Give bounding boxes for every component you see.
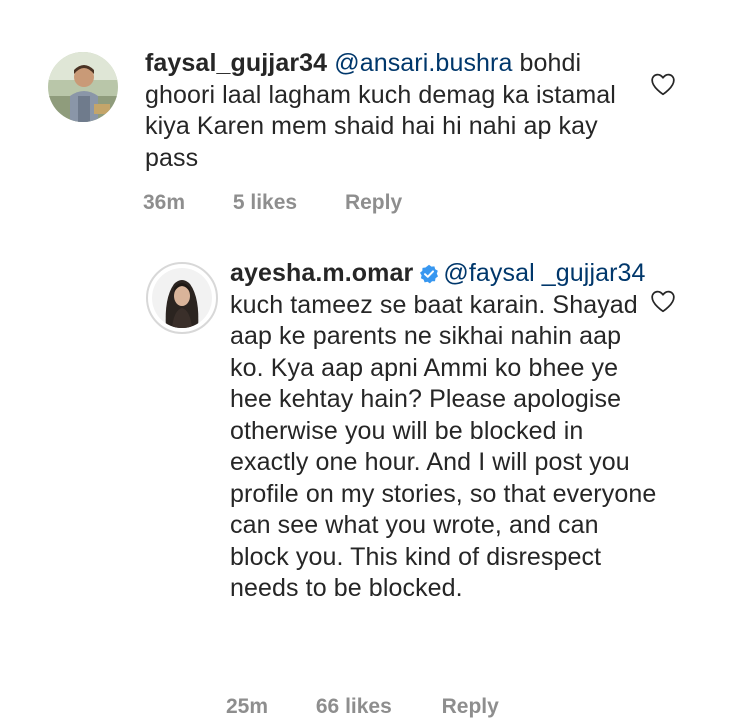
profile-photo-woman-icon xyxy=(152,268,212,328)
username[interactable]: faysal_gujjar34 xyxy=(145,49,327,77)
avatar[interactable] xyxy=(146,262,218,334)
likes-count[interactable]: 5 likes xyxy=(233,191,297,215)
heart-outline-icon[interactable] xyxy=(650,289,676,313)
avatar[interactable] xyxy=(48,52,118,122)
comment-text: faysal_gujjar34 @ansari.bushra bohdi gho… xyxy=(145,48,625,174)
timestamp: 25m xyxy=(226,695,269,718)
reply-button[interactable]: Reply xyxy=(442,695,499,719)
likes-count[interactable]: 66 likes xyxy=(316,695,392,719)
comment-meta: 36m 5 likes Reply xyxy=(143,191,402,215)
comment-meta: 25m 66 likes Reply xyxy=(226,695,499,719)
profile-photo-child-icon xyxy=(48,52,118,122)
mention-link[interactable]: @ansari.bushra xyxy=(334,49,512,77)
comment-text: ayesha.m.omar @faysal _gujjar34 kuch tam… xyxy=(230,258,660,605)
username[interactable]: ayesha.m.omar xyxy=(230,259,413,287)
timestamp: 36m xyxy=(143,191,186,214)
verified-badge-icon xyxy=(420,264,439,284)
mention-link[interactable]: @faysal _gujjar34 xyxy=(443,259,645,287)
comment-body: kuch tameez se baat karain. Shayad aap k… xyxy=(230,290,657,603)
heart-outline-icon[interactable] xyxy=(650,72,676,96)
reply-button[interactable]: Reply xyxy=(345,191,402,215)
